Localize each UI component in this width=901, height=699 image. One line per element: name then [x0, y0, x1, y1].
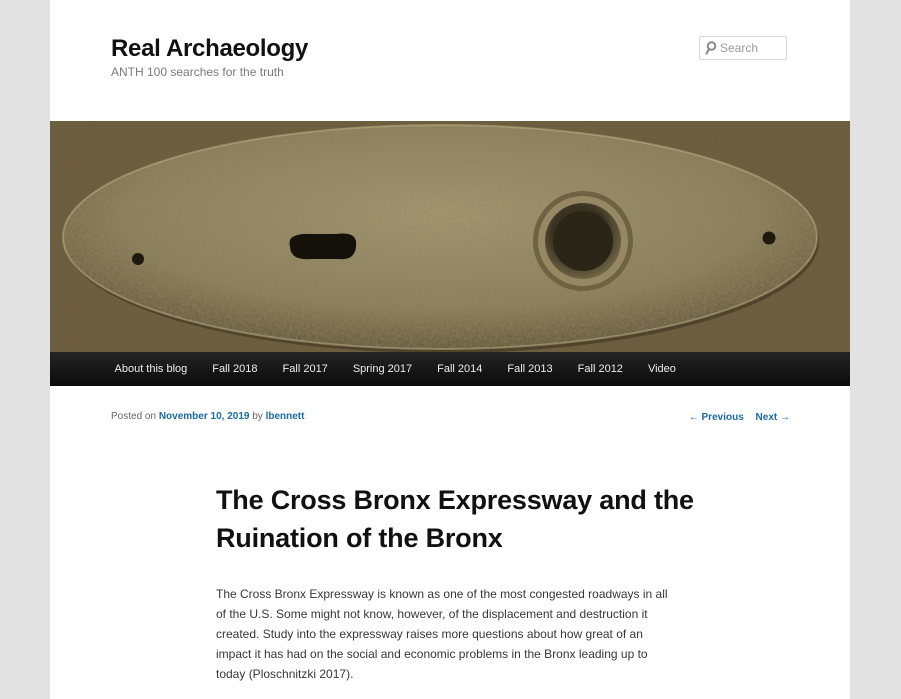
nav-item-spring-2017[interactable]: Spring 2017: [340, 352, 424, 386]
post-title: The Cross Bronx Expressway and the Ruina…: [216, 485, 694, 553]
next-post-link[interactable]: Next →: [756, 412, 790, 423]
search-input[interactable]: [720, 40, 784, 56]
nav-item-video[interactable]: Video: [635, 352, 688, 386]
nav-item-fall-2014[interactable]: Fall 2014: [425, 352, 495, 386]
main-navigation: About this blog Fall 2018 Fall 2017 Spri…: [50, 352, 850, 386]
posted-on-label: Posted on: [111, 411, 157, 422]
nav-item-fall-2012[interactable]: Fall 2012: [565, 352, 635, 386]
page: Real Archaeology ANTH 100 searches for t…: [50, 0, 850, 699]
nav-item-about[interactable]: About this blog: [102, 352, 200, 386]
post-navigation: ← Previous Next →: [680, 412, 790, 423]
by-label: by: [252, 411, 263, 422]
previous-post-link[interactable]: ← Previous: [689, 412, 744, 423]
site-title[interactable]: Real Archaeology: [111, 35, 308, 63]
author-link[interactable]: lbennett: [266, 411, 305, 422]
post-date-link[interactable]: November 10, 2019: [159, 411, 250, 422]
nav-item-fall-2018[interactable]: Fall 2018: [200, 352, 270, 386]
header-image: [50, 121, 850, 353]
nav-item-fall-2013[interactable]: Fall 2013: [495, 352, 565, 386]
site-description: ANTH 100 searches for the truth: [111, 65, 284, 79]
search-box[interactable]: [699, 36, 787, 60]
post-body-paragraph: The Cross Bronx Expressway is known as o…: [216, 587, 668, 681]
search-icon: [705, 41, 717, 55]
nav-item-fall-2017[interactable]: Fall 2017: [270, 352, 340, 386]
entry-meta: Posted on November 10, 2019 by lbennett: [111, 411, 304, 422]
